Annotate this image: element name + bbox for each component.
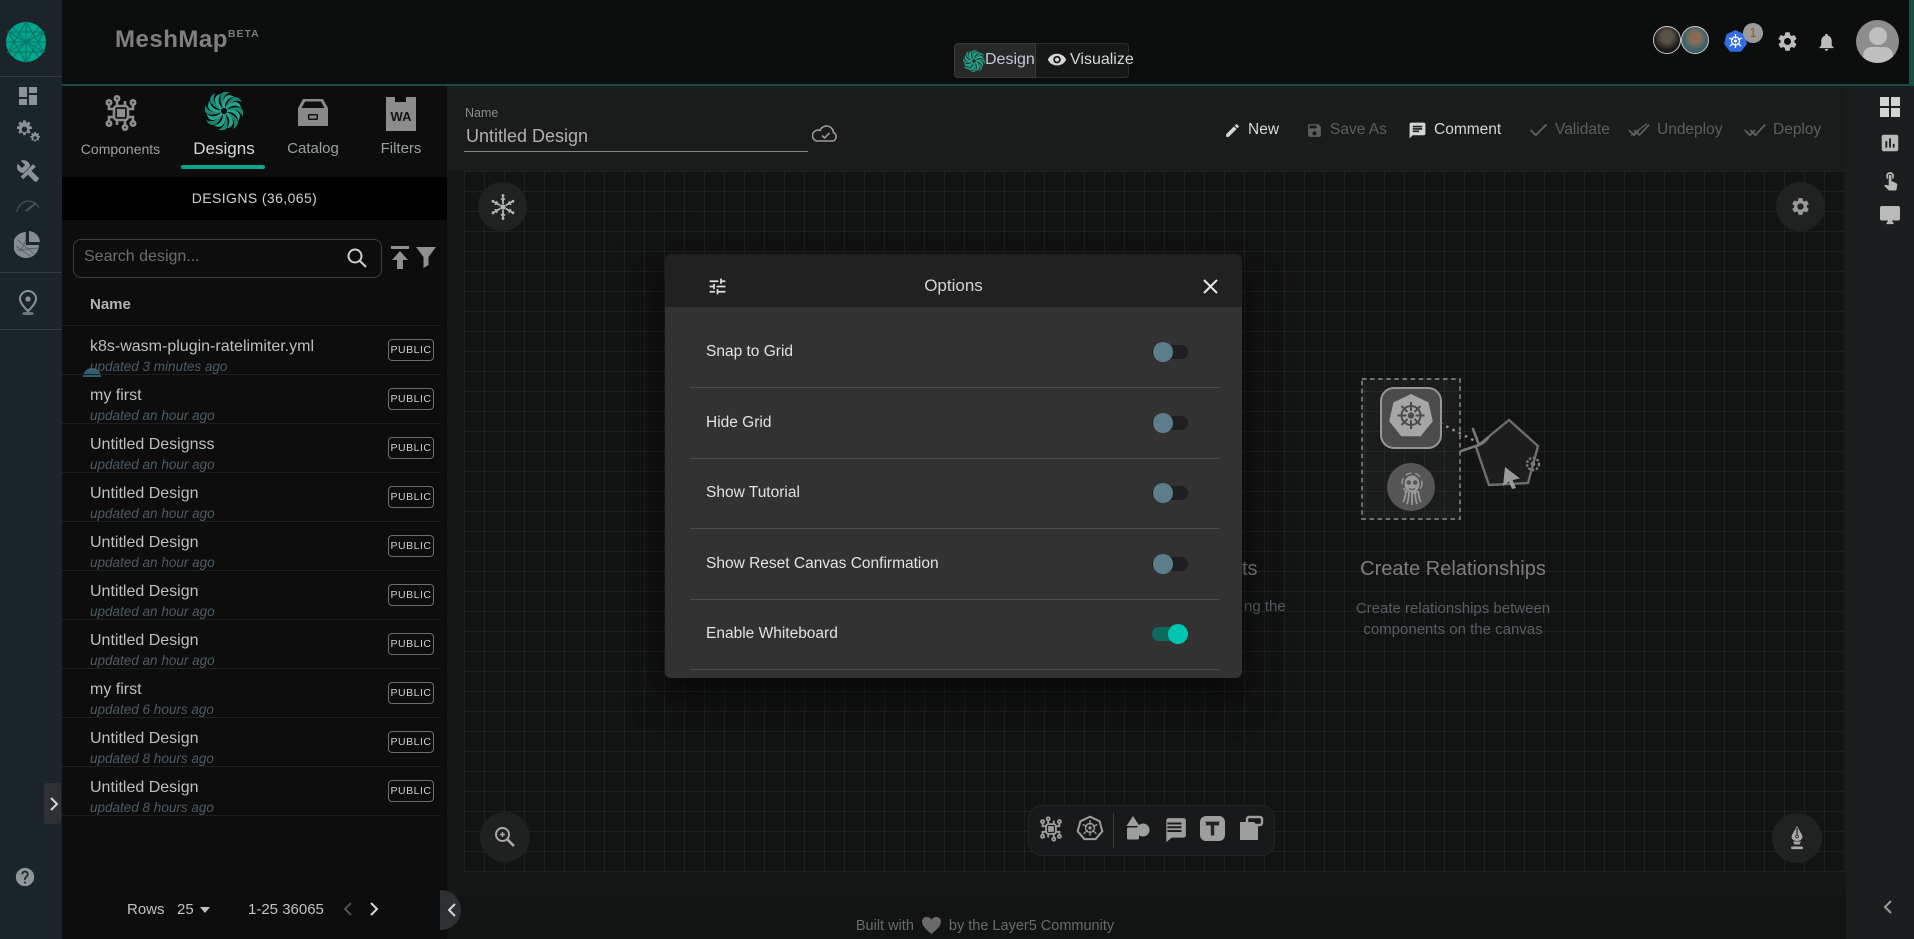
- svg-text:WA: WA: [391, 109, 413, 124]
